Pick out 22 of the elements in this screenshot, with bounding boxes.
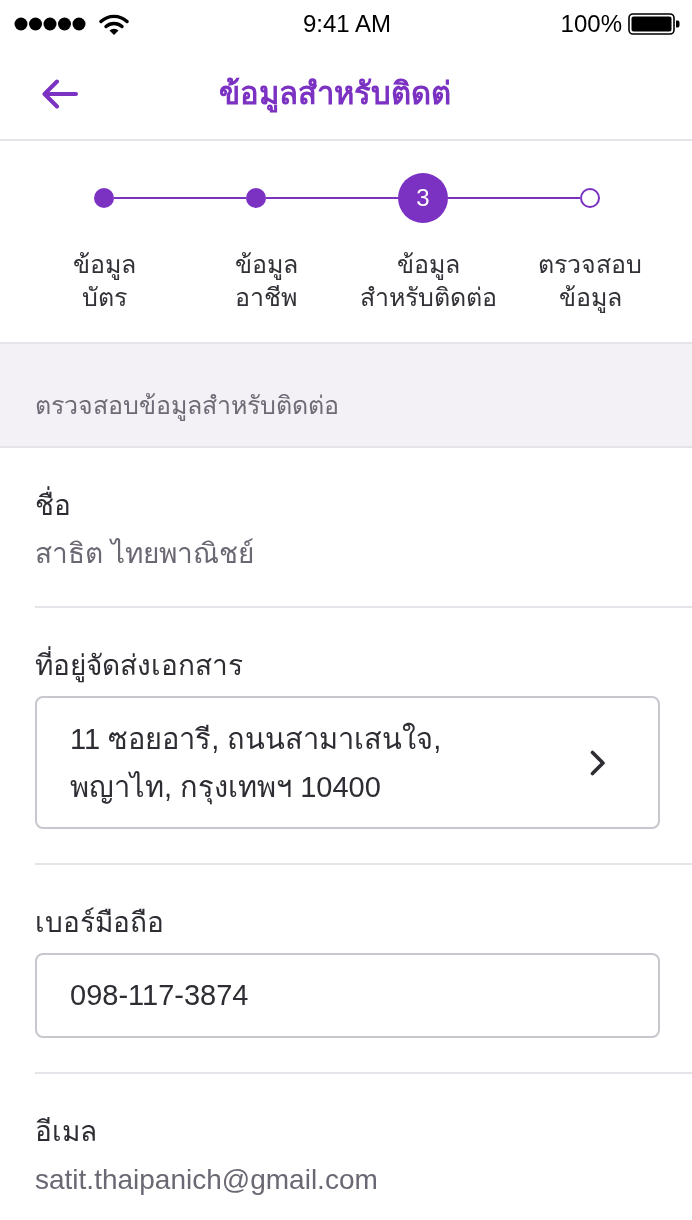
signal-icon: [14, 17, 86, 31]
step-label: ข้อมูล อาชีพ: [234, 249, 298, 313]
battery-icon: [628, 13, 680, 35]
field-label: ชื่อ: [35, 488, 660, 524]
phone-field[interactable]: 098-117-3874: [35, 953, 660, 1038]
address-field[interactable]: 11 ซอยอารี, ถนนสามาเสนใจ, พญาไท, กรุงเทพฯ 10400: [35, 696, 660, 829]
step-number: 3: [398, 173, 448, 223]
field-label: เบอร์มือถือ: [35, 906, 165, 940]
step-label: ข้อมูล บัตร: [72, 249, 136, 313]
chevron-right-icon: [590, 749, 606, 776]
battery-percentage: 100%: [560, 10, 622, 38]
arrow-left-icon: [42, 78, 78, 109]
section-heading: ตรวจสอบข้อมูลสำหรับติดต่อ: [0, 344, 692, 448]
field-label: อีเมล: [35, 1115, 98, 1149]
wifi-icon: [99, 13, 129, 35]
step-label: ข้อมูล สำหรับติดต่อ: [359, 249, 497, 313]
page-title: ข้อมูลสำหรับติดต่: [219, 74, 451, 114]
status-time: 9:41 AM: [302, 10, 392, 38]
field-value: สาธิต ไทยพาณิชย์: [35, 537, 255, 571]
field-label: ที่อยู่จัดส่งเอกสาร: [35, 648, 660, 684]
field-value: satit.thaipanich@gmail.com: [35, 1163, 379, 1197]
step-label: ตรวจสอบ ข้อมูล: [538, 249, 642, 314]
